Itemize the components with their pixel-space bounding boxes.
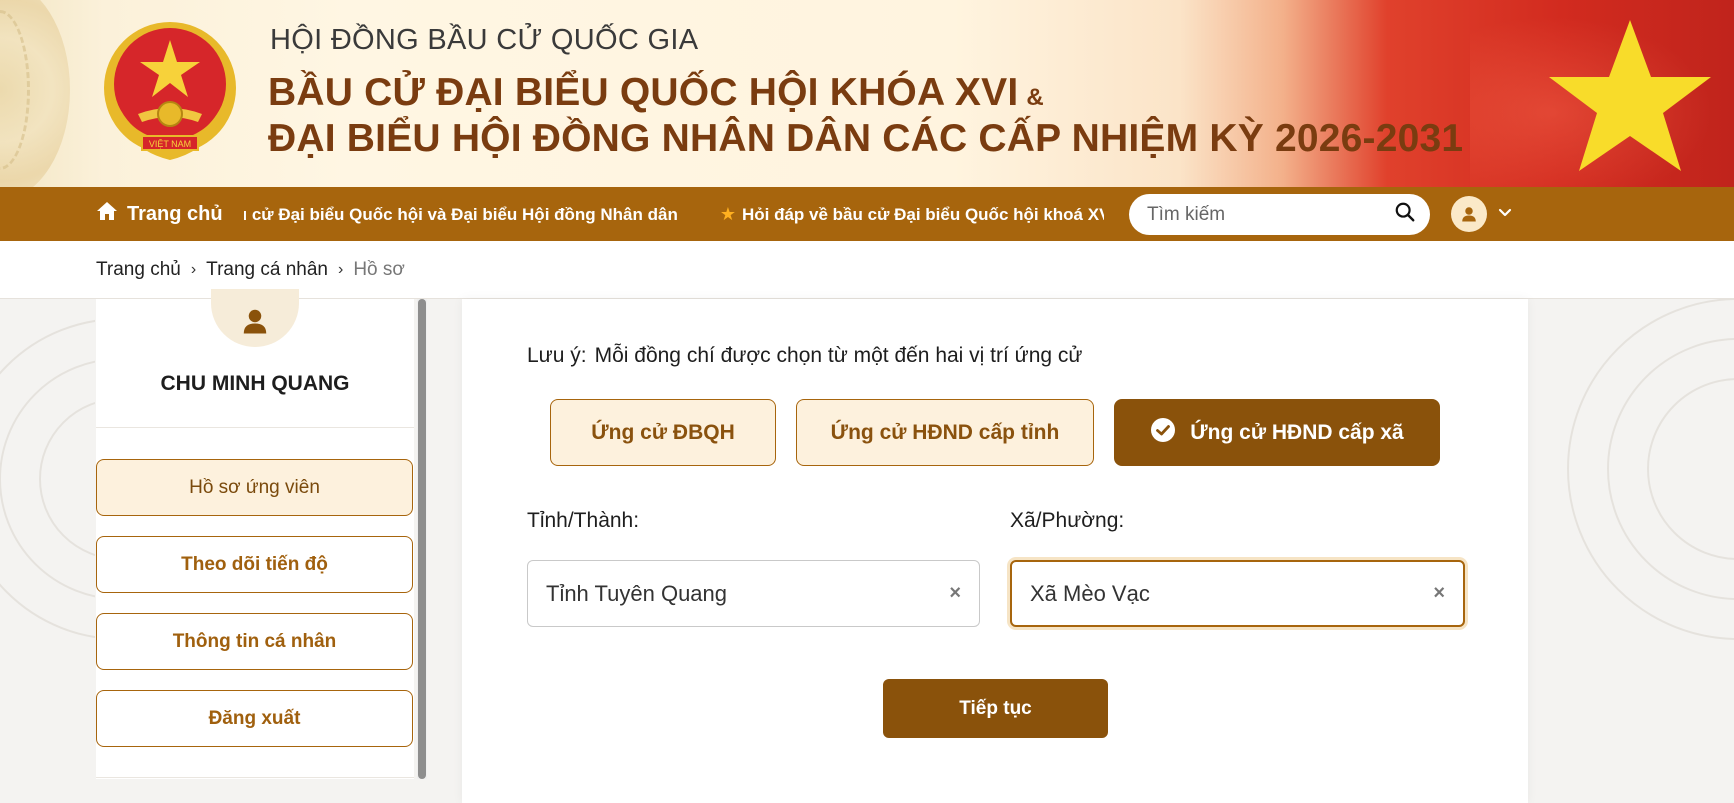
choice-provincial-council[interactable]: Ứng cử HĐND cấp tỉnh: [796, 399, 1094, 466]
sidebar-item-candidate-profile[interactable]: Hồ sơ ứng viên: [96, 459, 413, 516]
drum-pattern-right: [1528, 298, 1734, 803]
divider: [96, 427, 414, 428]
user-icon: [243, 309, 267, 334]
province-select[interactable]: Tỉnh Tuyên Quang ×: [527, 560, 980, 627]
sidebar-item-personal-info[interactable]: Thông tin cá nhân: [96, 613, 413, 670]
star-icon: ★: [719, 204, 736, 224]
breadcrumb-profile[interactable]: Trang cá nhân: [206, 259, 328, 281]
candidacy-form-card: Lưu ý: Mỗi đồng chí được chọn từ một đến …: [462, 299, 1528, 803]
note-label: Lưu ý:: [527, 344, 587, 367]
drum-pattern-left: [0, 299, 281, 803]
ticker-item[interactable]: iu cử Đại biểu Quốc hội và Đại biểu Hội …: [244, 204, 678, 225]
flag-star-icon: [1545, 15, 1715, 185]
candidate-name: CHU MINH QUANG: [160, 372, 350, 395]
breadcrumb: Trang chủ › Trang cá nhân › Hồ sơ: [96, 259, 405, 281]
profile-sidebar: CHU MINH QUANG Hồ sơ ứng viên Theo dõi t…: [96, 289, 414, 779]
note-text: Mỗi đồng chí được chọn từ một đến hai vị…: [594, 344, 1083, 367]
breadcrumb-current: Hồ sơ: [353, 259, 405, 280]
breadcrumb-home[interactable]: Trang chủ: [96, 259, 181, 281]
choice-national-assembly[interactable]: Ứng cử ĐBQH: [550, 399, 776, 466]
search-icon[interactable]: [1394, 201, 1416, 228]
council-name: HỘI ĐỒNG BẦU CỬ QUỐC GIA: [270, 24, 699, 56]
svg-text:VIỆT NAM: VIỆT NAM: [149, 139, 191, 149]
user-icon[interactable]: [1451, 196, 1487, 232]
ward-select[interactable]: Xã Mèo Vạc ×: [1010, 560, 1465, 627]
main-navbar: Trang chủ iu cử Đại biểu Quốc hội và Đại…: [0, 187, 1734, 241]
sidebar-item-logout[interactable]: Đăng xuất: [96, 690, 413, 747]
search-input[interactable]: [1147, 203, 1394, 226]
nav-home-label: Trang chủ: [127, 202, 223, 225]
scrollbar-thumb[interactable]: [418, 299, 426, 779]
divider: [96, 777, 414, 778]
avatar: [211, 289, 299, 347]
province-label: Tỉnh/Thành:: [527, 509, 640, 532]
national-emblem-logo: VIỆT NAM: [100, 18, 240, 166]
election-title-line1: BẦU CỬ ĐẠI BIỂU QUỐC HỘI KHÓA XVI &: [268, 71, 1044, 114]
nav-home-link[interactable]: Trang chủ: [95, 200, 223, 228]
continue-button[interactable]: Tiếp tục: [883, 679, 1108, 738]
clear-icon[interactable]: ×: [949, 582, 961, 605]
news-ticker: iu cử Đại biểu Quốc hội và Đại biểu Hội …: [244, 187, 1104, 241]
user-menu[interactable]: [1451, 196, 1513, 232]
choice-commune-council[interactable]: Ứng cử HĐND cấp xã: [1114, 399, 1440, 466]
ticker-item[interactable]: ★ Hỏi đáp về bầu cử Đại biểu Quốc hội kh…: [720, 204, 1104, 225]
chevron-down-icon[interactable]: [1497, 204, 1513, 225]
sidebar-scrollbar[interactable]: [417, 299, 427, 779]
sidebar-item-track-progress[interactable]: Theo dõi tiến độ: [96, 536, 413, 593]
ward-label: Xã/Phường:: [1010, 509, 1125, 532]
clear-icon[interactable]: ×: [1433, 582, 1445, 605]
breadcrumb-separator-icon: ›: [338, 261, 344, 278]
home-icon: [95, 199, 119, 229]
check-circle-icon: [1150, 417, 1176, 449]
search-box: [1129, 194, 1430, 235]
selection-note: Lưu ý: Mỗi đồng chí được chọn từ một đến …: [527, 344, 1083, 368]
header-banner: VIỆT NAM HỘI ĐỒNG BẦU CỬ QUỐC GIA BẦU CỬ…: [0, 0, 1734, 187]
breadcrumb-separator-icon: ›: [190, 261, 197, 278]
election-title-line2: ĐẠI BIỂU HỘI ĐỒNG NHÂN DÂN CÁC CẤP NHIỆM…: [268, 117, 1464, 160]
province-value: Tỉnh Tuyên Quang: [546, 580, 728, 606]
ward-value: Xã Mèo Vạc: [1030, 580, 1150, 606]
